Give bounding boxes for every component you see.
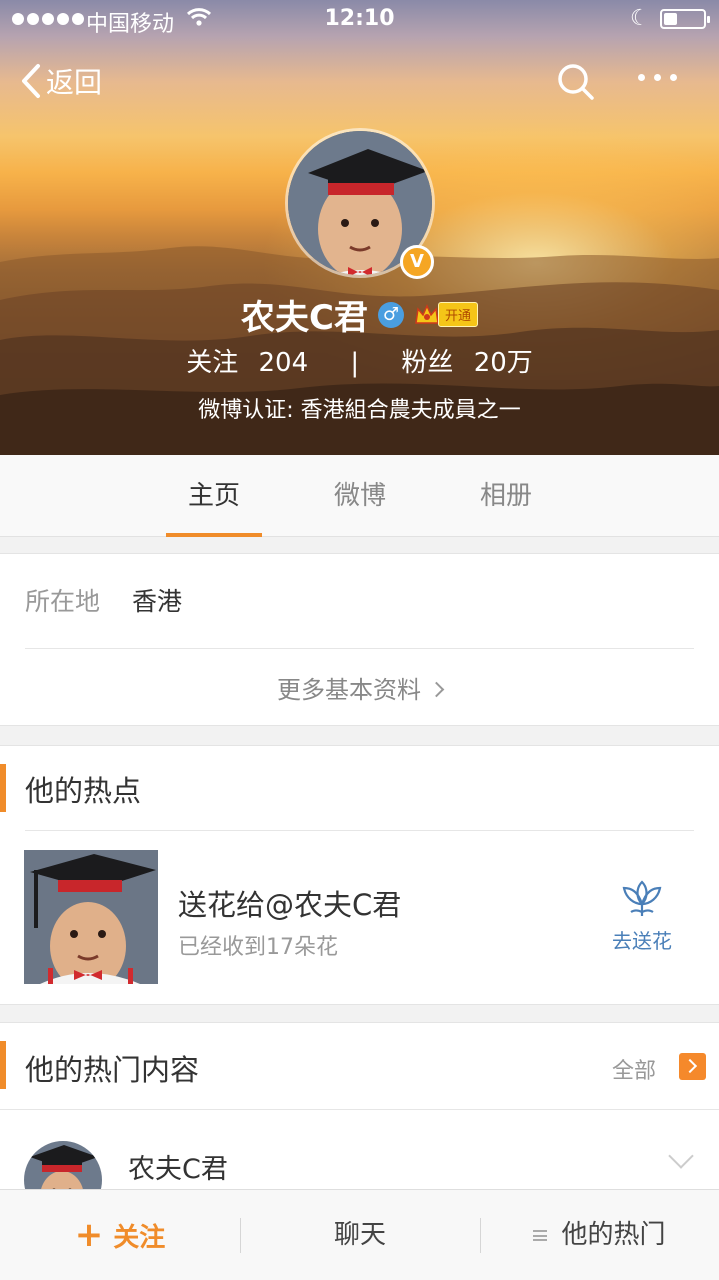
hot-spot-card: 他的热点 送花给@农夫C君 已经收到17朵花 去送花 [0,745,719,1005]
his-hot-button[interactable]: 他的热门 [480,1190,719,1280]
status-bar: 中国移动 12:10 ☾ [0,0,719,40]
profile-cover: 中国移动 12:10 ☾ 返回 V 农夫C君 ♂ 开通 关注 204 | 粉丝 … [0,0,719,455]
send-flower-button[interactable]: 去送花 [596,878,688,954]
arrow-right-icon[interactable] [679,1053,706,1080]
more-dots-icon[interactable] [638,74,677,81]
hot-content-title: 他的热门内容 [25,1053,200,1087]
back-chevron-icon [22,64,40,98]
chevron-down-icon[interactable] [668,1143,694,1169]
search-icon[interactable] [556,62,596,102]
send-flower-label: 去送花 [612,929,672,953]
location-key: 所在地 [25,587,101,616]
his-hot-label: 他的热门 [561,1220,666,1250]
bottom-action-bar: + 关注 聊天 他的热门 [0,1189,719,1280]
nav-bar: 返回 [0,56,719,106]
more-info-link[interactable]: 更多基本资料 [0,670,719,705]
following-stat[interactable]: 关注 204 [180,348,314,378]
tab-home[interactable]: 主页 [166,455,262,537]
name-row: 农夫C君 ♂ 开通 [0,290,719,339]
section-accent-bar [0,1041,6,1089]
divider [25,648,694,649]
tab-album[interactable]: 相册 [458,455,554,537]
chat-button[interactable]: 聊天 [240,1190,480,1280]
chevron-right-icon [428,681,445,697]
vip-badge[interactable]: 开通 [414,302,478,327]
following-label: 关注 [186,348,239,378]
profile-tabs: 主页 微博 相册 [0,455,719,537]
stats-separator: | [350,348,360,378]
back-label: 返回 [46,66,103,99]
moon-icon: ☾ [630,6,650,31]
followers-count: 20万 [473,348,533,378]
divider [25,830,694,831]
divider [0,1109,719,1110]
following-count: 204 [258,348,309,378]
menu-icon [533,1230,548,1241]
male-icon: ♂ [377,301,404,328]
tab-weibo[interactable]: 微博 [312,455,408,537]
location-row: 所在地 香港 [25,582,182,618]
back-button[interactable]: 返回 [20,56,102,106]
follow-label: 关注 [113,1223,166,1253]
flower-count-text: 已经收到17朵花 [178,935,338,960]
hot-spot-title: 他的热点 [25,774,142,808]
followers-label: 粉丝 [401,348,454,378]
follow-stats: 关注 204 | 粉丝 20万 [0,342,719,379]
verification-text: 微博认证: 香港組合農夫成員之一 [198,398,521,423]
followers-stat[interactable]: 粉丝 20万 [395,348,538,378]
crown-icon [415,303,439,324]
follow-button[interactable]: + 关注 [0,1190,240,1280]
clock: 12:10 [324,6,395,31]
location-value: 香港 [131,587,182,616]
post-author-name[interactable]: 农夫C君 [128,1147,228,1186]
more-info-label: 更多基本资料 [277,676,421,704]
send-flower-title[interactable]: 送花给@农夫C君 [178,882,401,924]
flower-thumbnail[interactable] [24,850,158,984]
basic-info-card: 所在地 香港 更多基本资料 [0,553,719,726]
section-accent-bar [0,764,6,812]
plus-icon: + [74,1215,104,1255]
user-name: 农夫C君 [241,298,368,338]
view-all-link[interactable]: 全部 [612,1053,656,1085]
verified-badge: V [400,245,434,279]
battery-fill [664,13,677,25]
battery-icon [660,9,710,29]
vip-open-label: 开通 [437,302,478,327]
profile-page: 中国移动 12:10 ☾ 返回 V 农夫C君 ♂ 开通 关注 204 | 粉丝 … [0,0,719,1280]
flower-icon [622,880,662,916]
